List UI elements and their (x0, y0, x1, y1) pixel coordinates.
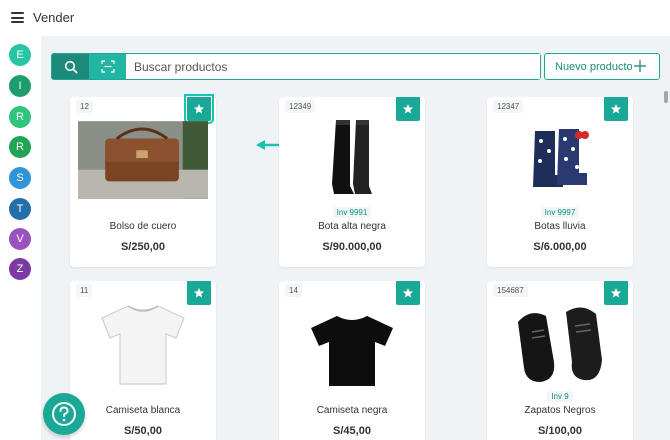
white-tshirt-image (101, 305, 185, 385)
star-icon (403, 104, 413, 114)
sidebar-avatar-v[interactable]: V (9, 228, 31, 250)
product-name: Bolso de cuero (109, 221, 177, 232)
favorite-button[interactable] (604, 97, 628, 121)
product-code: 14 (285, 284, 302, 297)
scrollbar-thumb[interactable] (664, 91, 668, 103)
product-image (495, 119, 625, 201)
star-icon (194, 288, 204, 298)
product-image (287, 303, 417, 386)
inventory-badge: Inv 9991 (332, 207, 372, 218)
help-button[interactable] (43, 393, 85, 435)
avatar-letter: V (16, 233, 24, 245)
product-code: 12 (76, 100, 93, 113)
product-name: Bota alta negra (318, 221, 386, 232)
product-name: Camiseta blanca (105, 405, 181, 416)
avatar-letter: R (16, 111, 24, 123)
favorite-button[interactable] (396, 97, 420, 121)
product-price: S/6.000,00 (533, 241, 587, 253)
search-input[interactable] (126, 54, 540, 79)
product-code: 12347 (493, 100, 524, 113)
favorite-button[interactable] (187, 281, 211, 305)
sidebar-avatar-r2[interactable]: R (9, 136, 31, 158)
sidebar: E I R R S T V Z (0, 36, 41, 440)
tall-black-boot-image (332, 120, 372, 194)
top-bar: Vender (0, 0, 670, 36)
star-icon (403, 288, 413, 298)
inventory-badge: Inv 9 (547, 391, 573, 402)
sidebar-avatar-t[interactable]: T (9, 198, 31, 220)
product-name: Camiseta negra (316, 405, 388, 416)
hamburger-menu-icon[interactable] (11, 12, 24, 23)
product-price: S/100,00 (537, 425, 583, 437)
product-image (495, 303, 625, 385)
product-image (287, 119, 417, 201)
product-card[interactable]: 12 Bolso de cuero S/250,00 (70, 94, 216, 267)
sidebar-avatar-r1[interactable]: R (9, 106, 31, 128)
rain-boots-image (533, 129, 589, 187)
avatar-letter: Z (16, 263, 24, 275)
avatar-letter: E (16, 49, 24, 61)
sidebar-avatar-z[interactable]: Z (9, 258, 31, 280)
star-icon (611, 104, 621, 114)
product-image (78, 119, 208, 201)
product-price: S/50,00 (124, 425, 162, 437)
black-tshirt-image (311, 316, 393, 386)
new-product-label: Nuevo producto (555, 60, 633, 73)
plus-icon (634, 60, 646, 72)
product-card[interactable]: 11 Camiseta blanca S/50,00 (70, 281, 216, 440)
sidebar-avatar-i[interactable]: I (9, 75, 31, 97)
product-price: S/250,00 (120, 241, 166, 253)
barcode-scan-icon (100, 60, 115, 73)
avatar-letter: T (16, 203, 24, 215)
product-card[interactable]: 12347 Inv 9997 Botas lluvia S/6.000,00 (487, 97, 633, 267)
leather-bag-image (78, 121, 208, 199)
avatar-letter: S (16, 172, 24, 184)
product-code: 12349 (285, 100, 316, 113)
product-card[interactable]: 154687 Inv 9 Zapatos Negros S/100,00 (487, 281, 633, 440)
favorite-button[interactable] (396, 281, 420, 305)
product-card[interactable]: 14 Camiseta negra S/45,00 (279, 281, 425, 440)
star-icon (194, 104, 204, 114)
product-price: S/90.000,00 (322, 241, 382, 253)
star-icon (611, 288, 621, 298)
search-bar (51, 53, 541, 80)
avatar-letter: I (18, 80, 22, 92)
sidebar-avatar-s[interactable]: S (9, 167, 31, 189)
product-code: 11 (76, 284, 93, 297)
black-shoes-image (518, 307, 602, 382)
product-name: Zapatos Negros (524, 405, 596, 416)
page-title: Vender (33, 10, 75, 25)
main-content: Nuevo producto 12 Bolso de cuero S/250,0… (41, 36, 670, 440)
product-price: S/45,00 (333, 425, 371, 437)
product-card[interactable]: 12349 Inv 9991 Bota alta negra S/90.000,… (279, 97, 425, 267)
new-product-button[interactable]: Nuevo producto (544, 53, 660, 80)
sidebar-avatar-e[interactable]: E (9, 44, 31, 66)
barcode-scan-button[interactable] (89, 54, 126, 79)
search-icon (64, 60, 78, 74)
favorite-button[interactable] (184, 94, 214, 124)
question-icon (52, 402, 76, 426)
avatar-letter: R (16, 141, 24, 153)
product-name: Botas lluvia (534, 221, 586, 232)
product-image (78, 303, 208, 385)
inventory-badge: Inv 9997 (540, 207, 580, 218)
search-button[interactable] (52, 54, 89, 79)
product-code: 154687 (493, 284, 528, 297)
